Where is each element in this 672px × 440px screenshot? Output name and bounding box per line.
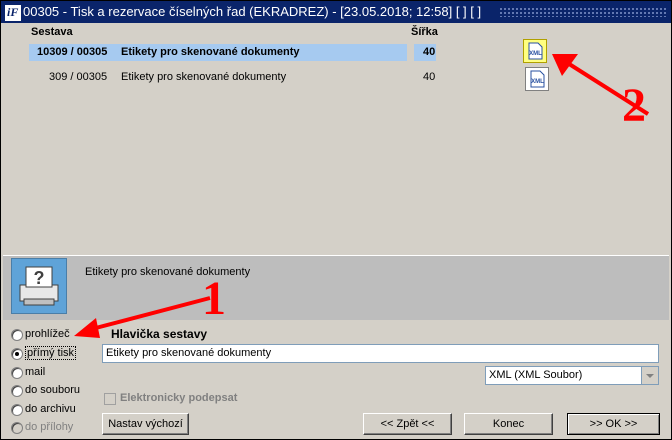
table-row[interactable]: 309 / 00305 Etikety pro skenované dokume… xyxy=(29,69,439,86)
annotation-arrow-1 xyxy=(74,296,211,338)
annotation-number-2: 2 xyxy=(622,79,646,132)
format-select[interactable]: XML (XML Soubor) xyxy=(485,366,659,385)
row-name: Etikety pro skenované dokumenty xyxy=(121,46,300,58)
xml-file-icon[interactable]: XML xyxy=(523,39,547,63)
table-row[interactable]: 10309 / 00305 Etikety pro skenované doku… xyxy=(29,44,439,61)
radio-label: do souboru xyxy=(25,384,81,396)
ok-button[interactable]: >> OK >> xyxy=(567,413,660,435)
radio-button-selected[interactable] xyxy=(11,348,23,360)
set-defaults-button[interactable]: Nastav výchozí xyxy=(102,413,189,435)
row-code: 10309 / 00305 xyxy=(37,46,108,58)
title-bar-pattern xyxy=(499,7,667,17)
svg-text:XML: XML xyxy=(531,79,544,85)
app-icon-label: iF xyxy=(7,5,19,19)
radio-label: do archivu xyxy=(25,403,76,415)
row-name: Etikety pro skenované dokumenty xyxy=(121,71,287,83)
end-button[interactable]: Konec xyxy=(464,413,553,435)
row-code: 309 / 00305 xyxy=(49,71,108,83)
chevron-down-icon[interactable] xyxy=(641,367,658,384)
report-header-input[interactable]: Etikety pro skenované dokumenty xyxy=(102,344,659,363)
radio-button[interactable] xyxy=(11,367,23,379)
radio-button[interactable] xyxy=(11,329,23,341)
app-icon[interactable]: iF xyxy=(4,4,22,22)
radio-label: do přílohy xyxy=(25,421,74,433)
printer-help-icon[interactable]: ? xyxy=(11,258,67,314)
column-header-sirka[interactable]: Šířka xyxy=(411,26,438,38)
column-header-sestava[interactable]: Sestava xyxy=(31,26,73,38)
back-button[interactable]: << Zpět << xyxy=(363,413,452,435)
radio-button-disabled xyxy=(11,422,23,434)
xml-file-icon[interactable]: XML xyxy=(525,67,549,91)
radio-label: přímý tisk xyxy=(25,346,77,360)
window-title: 00305 - Tisk a rezervace číselných řad (… xyxy=(23,4,482,19)
sign-checkbox xyxy=(104,393,116,405)
annotation-number-1: 1 xyxy=(202,272,226,325)
sign-checkbox-label: Elektronicky podepsat xyxy=(120,392,238,404)
radio-label: prohlížeč xyxy=(25,328,70,340)
format-select-value: XML (XML Soubor) xyxy=(489,369,583,381)
radio-label: mail xyxy=(25,366,46,378)
report-header-value: Etikety pro skenované dokumenty xyxy=(106,347,272,359)
row-width: 40 xyxy=(423,71,436,83)
radio-button[interactable] xyxy=(11,404,23,416)
row-width: 40 xyxy=(423,46,436,58)
svg-text:?: ? xyxy=(34,268,45,288)
title-bar: iF 00305 - Tisk a rezervace číselných řa… xyxy=(1,1,671,23)
svg-text:XML: XML xyxy=(529,51,542,57)
radio-button[interactable] xyxy=(11,385,23,397)
